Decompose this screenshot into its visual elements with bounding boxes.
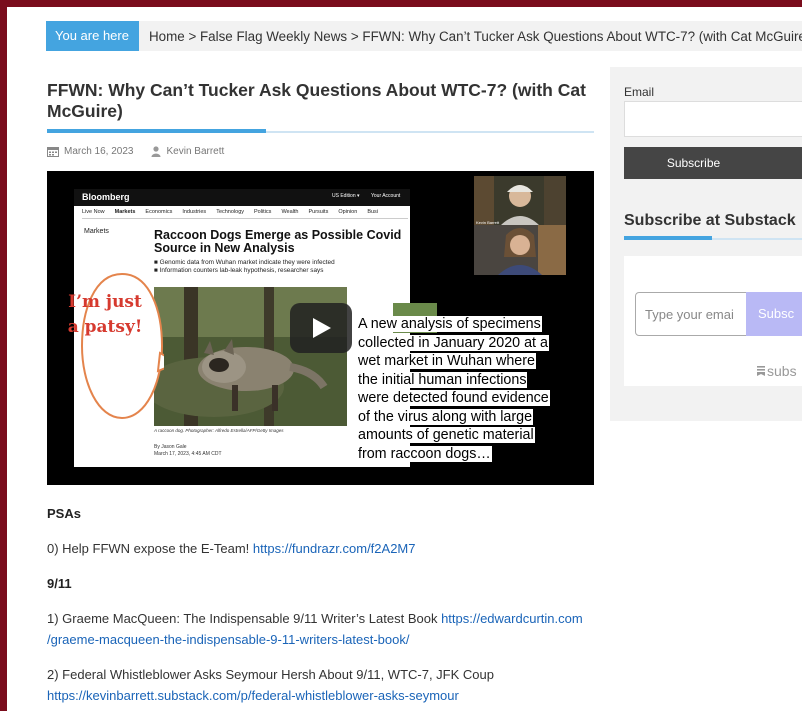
bloomberg-nav-item: Technology (216, 209, 245, 215)
bloomberg-nav-item: Opinion (338, 209, 358, 215)
overlay-line: from raccoon dogs… (357, 445, 492, 462)
psas-heading: PSAs (47, 506, 81, 521)
overlay-line: collected in January 2020 at a (357, 334, 549, 351)
bloomberg-nav-item: Politics (254, 209, 272, 215)
speech-bubble-text: I’m just a patsy! (67, 292, 143, 337)
substack-heading: Subscribe at Substack (624, 212, 796, 229)
title-underline (47, 129, 594, 133)
bloomberg-nav-item: Pursuits (308, 209, 329, 215)
byline-name: By Jason Gale (154, 444, 187, 450)
breadcrumb-label: You are here (46, 21, 139, 51)
overlay-line: amounts of genetic material (357, 427, 535, 443)
bloomberg-bullet: ■ Information counters lab-leak hypothes… (154, 267, 324, 274)
bloomberg-account: Your Account (371, 193, 401, 199)
play-button[interactable] (290, 303, 352, 353)
breadcrumb-home-link[interactable]: Home (149, 29, 185, 44)
list-item: 1) Graeme MacQueen: The Indispensable 9/… (47, 608, 607, 650)
bloomberg-nav-item: Live Now (82, 209, 105, 215)
bloomberg-nav-item: Busi (367, 209, 379, 215)
overlay-line: A new analysis of specimens (357, 316, 542, 332)
overlay-line: of the virus along with large (357, 408, 534, 425)
bloomberg-nav-item: Industries (182, 209, 207, 215)
bloomberg-nav: Live Now Markets Economics Industries Te… (82, 209, 408, 219)
video-overlay-text: A new analysis of specimens collected in… (357, 315, 568, 463)
bloomberg-logo: Bloomberg (82, 192, 130, 202)
edwardcurtin-link-cont[interactable]: /graeme-macqueen-the-indispensable-9-11-… (47, 632, 409, 647)
video-player[interactable]: Bloomberg US Edition ▾ Your Account Live… (47, 171, 594, 485)
list-item: 0) Help FFWN expose the E-Team! https://… (47, 538, 607, 559)
page: You are here Home > False Flag Weekly Ne… (7, 7, 802, 711)
email-label: Email (624, 85, 655, 99)
post-author[interactable]: Kevin Barrett (167, 146, 225, 157)
item-text: 1) Graeme MacQueen: The Indispensable 9/… (47, 611, 442, 626)
user-icon (151, 146, 160, 157)
bloomberg-edition: US Edition ▾ (332, 193, 360, 199)
substack-email-input[interactable]: Type your emai (635, 292, 747, 336)
bloomberg-nav-item: Wealth (281, 209, 299, 215)
bloomberg-nav-item: Economics (145, 209, 173, 215)
post-body: PSAs 0) Help FFWN expose the E-Team! htt… (47, 503, 607, 711)
subscribe-button[interactable]: Subscribe (624, 147, 802, 179)
list-item: 2) Federal Whistleblower Asks Seymour He… (47, 664, 607, 706)
breadcrumb-trail: Home > False Flag Weekly News > FFWN: Wh… (149, 29, 802, 44)
email-field[interactable] (624, 101, 802, 137)
post-title: FFWN: Why Can’t Tucker Ask Questions Abo… (47, 80, 586, 121)
calendar-icon (47, 147, 59, 157)
photo-caption: A raccoon dog. Photographer: Alfredo Est… (154, 428, 284, 433)
fundrazr-link[interactable]: https://fundrazr.com/f2A2M7 (253, 541, 416, 556)
substack-logo: subs (757, 363, 797, 379)
play-icon (313, 318, 331, 338)
breadcrumb-current: FFWN: Why Can’t Tucker Ask Questions Abo… (362, 28, 802, 44)
overlay-line: wet market in Wuhan where (357, 353, 536, 369)
item-text: 2) Federal Whistleblower Asks Seymour He… (47, 667, 494, 682)
post-date[interactable]: March 16, 2023 (64, 146, 134, 157)
breadcrumb-separator: > (350, 28, 363, 44)
overlay-line: the initial human infections (357, 371, 528, 388)
bloomberg-nav-item: Markets (114, 209, 136, 215)
overlay-line: were detected found evidence (357, 390, 550, 406)
bloomberg-section: Markets (84, 228, 109, 235)
bloomberg-bullet: ■ Genomic data from Wuhan market indicat… (154, 259, 335, 266)
edwardcurtin-link[interactable]: https://edwardcurtin.com (441, 611, 583, 626)
substack-mark-text: subs (767, 363, 797, 379)
substack-icon (757, 366, 765, 376)
bloomberg-bullets: ■ Genomic data from Wuhan market indicat… (154, 259, 409, 275)
post-meta: March 16, 2023 Kevin Barrett (47, 146, 224, 157)
bloomberg-bar: Bloomberg US Edition ▾ Your Account (74, 189, 410, 206)
substack-article-link[interactable]: https://kevinbarrett.substack.com/p/fede… (47, 688, 459, 703)
article-byline: By Jason Gale March 17, 2023, 4:45 AM CD… (154, 444, 222, 458)
byline-date: March 17, 2023, 4:45 AM CDT (154, 451, 222, 457)
substack-subscribe-button[interactable]: Subsc (746, 292, 802, 336)
breadcrumb-separator: > (188, 28, 200, 44)
nine-eleven-heading: 9/11 (47, 576, 72, 591)
item-text: 0) Help FFWN expose the E-Team! (47, 541, 253, 556)
breadcrumb: You are here Home > False Flag Weekly Ne… (46, 21, 802, 51)
webcam-guest (474, 225, 566, 275)
breadcrumb-category-link[interactable]: False Flag Weekly News (200, 29, 347, 44)
substack-heading-underline (624, 236, 802, 240)
bloomberg-headline: Raccoon Dogs Emerge as Possible Covid So… (154, 228, 402, 255)
webcam-host: Kevin Barrett (474, 176, 566, 226)
